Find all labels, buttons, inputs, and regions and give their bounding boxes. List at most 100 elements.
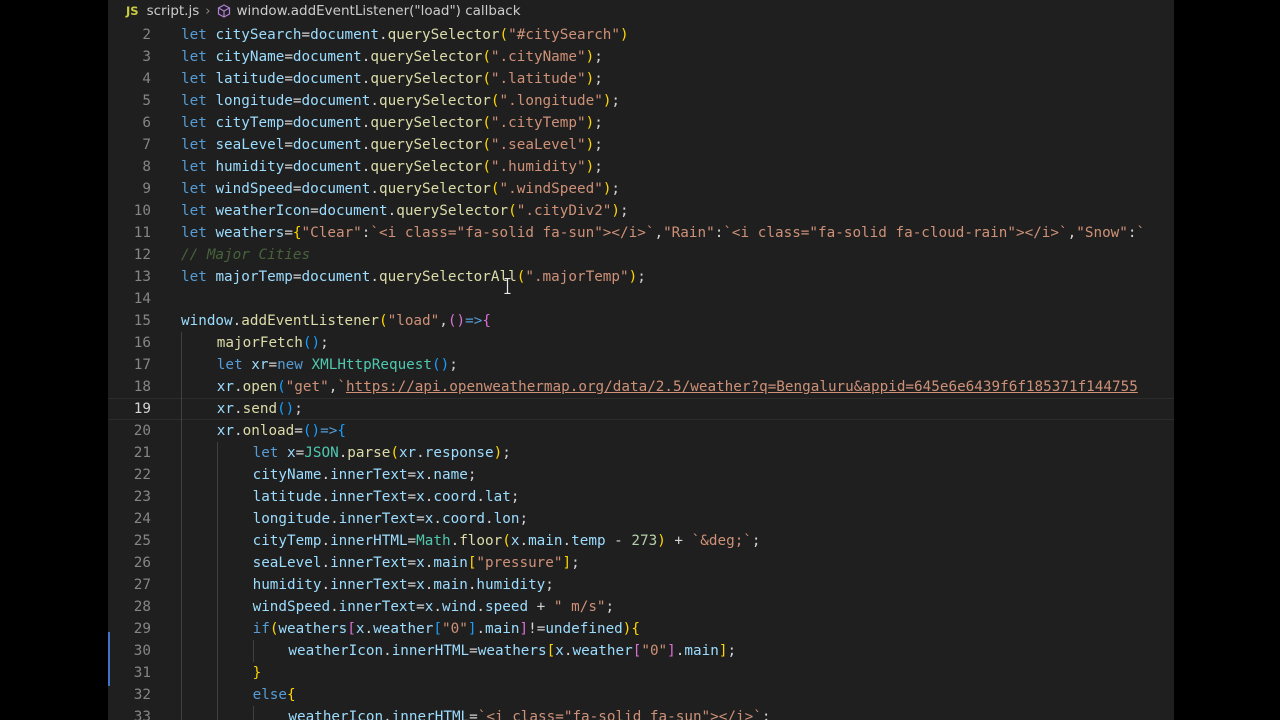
code-token: latitude <box>215 71 285 87</box>
code-token: ; <box>637 269 646 285</box>
line-number: 16 <box>133 335 151 351</box>
line-number: 13 <box>133 269 151 285</box>
code-token: ; <box>594 137 603 153</box>
code-text: let citySearch=document.querySelector("#… <box>181 24 629 46</box>
code-token: parse <box>347 445 391 461</box>
code-line[interactable]: 22 cityName.innerText=x.name; <box>108 464 1174 486</box>
code-token: main <box>433 555 468 571</box>
code-line[interactable]: 3 let cityName=document.querySelector(".c… <box>108 46 1174 68</box>
code-token: ( <box>482 115 491 131</box>
code-token: document <box>292 115 362 131</box>
code-line[interactable]: 30 weatherIcon.innerHTML=weathers[x.weath… <box>108 640 1174 662</box>
code-area[interactable]: 2 let citySearch=document.querySelector("… <box>108 24 1174 720</box>
breadcrumb-symbol[interactable]: window.addEventListener("load") callback <box>236 3 520 19</box>
code-token: cityTemp <box>252 533 322 549</box>
code-line[interactable]: 5 let longitude=document.querySelector(".… <box>108 90 1174 112</box>
code-token: Math <box>416 533 451 549</box>
modified-lines-indicator[interactable] <box>108 632 110 686</box>
code-line[interactable]: 9 let windSpeed=document.querySelector(".… <box>108 178 1174 200</box>
indent-guide <box>181 486 182 508</box>
code-token: innerText <box>330 489 408 505</box>
code-token: () <box>432 357 450 373</box>
code-line[interactable]: 15 window.addEventListener("load",()=>{ <box>108 310 1174 332</box>
indent-guide <box>181 706 182 720</box>
code-line[interactable]: 8 let humidity=document.querySelector(".h… <box>108 156 1174 178</box>
breadcrumb-file[interactable]: script.js <box>147 3 200 19</box>
code-line[interactable]: 23 latitude.innerText=x.coord.lat; <box>108 486 1174 508</box>
code-line[interactable]: 20 xr.onload=()=>{ <box>108 420 1174 442</box>
line-number: 7 <box>142 137 151 153</box>
code-line[interactable]: 26 seaLevel.innerText=x.main["pressure"]; <box>108 552 1174 574</box>
code-line[interactable]: 21 let x=JSON.parse(xr.response); <box>108 442 1174 464</box>
code-line[interactable]: 6 let cityTemp=document.querySelector(".c… <box>108 112 1174 134</box>
code-line[interactable]: 13 let majorTemp=document.querySelectorAl… <box>108 266 1174 288</box>
code-token: ] <box>562 555 572 571</box>
code-line[interactable]: 16 majorFetch(); <box>108 332 1174 354</box>
code-token: ) <box>585 159 595 175</box>
code-token: querySelector <box>379 93 491 109</box>
code-token: ; <box>727 643 737 659</box>
code-line[interactable]: 2 let citySearch=document.querySelector("… <box>108 24 1174 46</box>
code-line[interactable]: 7 let seaLevel=document.querySelector(".s… <box>108 134 1174 156</box>
code-line[interactable]: 11 let weathers={"Clear": `<i class="fa-so… <box>108 222 1174 244</box>
code-line[interactable]: 14 <box>108 288 1174 310</box>
code-token: document <box>292 159 362 175</box>
code-token: undefined <box>545 621 623 637</box>
line-number: 22 <box>133 467 151 483</box>
line-number: 14 <box>133 291 151 307</box>
code-line[interactable]: 31} <box>108 662 1174 684</box>
code-token: document <box>301 93 371 109</box>
code-text: let longitude=document.querySelector(".l… <box>181 90 620 112</box>
code-line[interactable]: 18 xr.open("get",`https://api.openweather… <box>108 376 1174 398</box>
code-token: ".humidity" <box>490 159 586 175</box>
code-token: // Major Cities <box>181 247 311 263</box>
code-token: = <box>407 577 417 593</box>
code-line[interactable]: 24 longitude.innerText=x.coord.lon; <box>108 508 1174 530</box>
indent-guide <box>181 442 182 464</box>
code-token: ] <box>519 621 529 637</box>
code-line[interactable]: 4 let latitude=document.querySelector(".l… <box>108 68 1174 90</box>
code-token: = <box>284 225 293 241</box>
code-token: querySelector <box>370 49 483 65</box>
code-line[interactable]: 19 xr.send(); <box>108 398 1174 420</box>
indent-guide <box>216 618 218 640</box>
code-token: { <box>337 423 346 439</box>
code-token: speed <box>485 599 529 615</box>
code-line[interactable]: 32 else{ <box>108 684 1174 706</box>
code-line[interactable]: 33 weatherIcon.innerHTML=`<i class="fa-so… <box>108 706 1174 720</box>
code-text: let cityName=document.querySelector(".ci… <box>181 46 603 68</box>
code-token: ; <box>467 467 477 483</box>
line-number: 17 <box>133 357 151 373</box>
code-token: != <box>528 621 546 637</box>
code-token: . <box>387 203 397 219</box>
code-line[interactable]: 12 // Major Cities <box>108 244 1174 266</box>
code-line[interactable]: 27 humidity.innerText=x.main.humidity; <box>108 574 1174 596</box>
code-token: xr <box>216 423 235 439</box>
code-token: . <box>330 599 339 615</box>
code-token: . <box>370 269 379 285</box>
code-token: majorFetch <box>216 335 303 351</box>
code-line[interactable]: 17 let xr=new XMLHttpRequest(); <box>108 354 1174 376</box>
code-text: window.addEventListener("load",()=>{ <box>181 310 491 332</box>
code-token: [ <box>546 643 556 659</box>
code-line[interactable]: 10 let weatherIcon=document.querySelector… <box>108 200 1174 222</box>
code-line[interactable]: 29 if(weathers[x.weather["0"].main]!=unde… <box>108 618 1174 640</box>
code-token: lat <box>485 489 511 505</box>
code-token: ; <box>620 203 629 219</box>
code-token: let <box>216 357 252 373</box>
code-token: let <box>181 269 216 285</box>
code-line[interactable]: 25 cityTemp.innerHTML=Math.floor(x.main.t… <box>108 530 1174 552</box>
code-line[interactable]: 28 windSpeed.innerText=x.wind.speed + " m… <box>108 596 1174 618</box>
code-token: windSpeed <box>215 181 293 197</box>
line-number: 32 <box>133 687 151 703</box>
code-token: "0" <box>641 643 668 659</box>
code-editor[interactable]: JS script.js › window.addEventListener("… <box>108 0 1174 720</box>
code-token: = <box>268 357 278 373</box>
code-token: ) <box>585 71 595 87</box>
code-token: ".longitude" <box>499 93 603 109</box>
code-token: ; <box>449 357 458 373</box>
line-number: 28 <box>133 599 151 615</box>
code-token: let <box>181 115 216 131</box>
code-token: = <box>284 49 293 65</box>
code-token: . <box>383 643 392 659</box>
